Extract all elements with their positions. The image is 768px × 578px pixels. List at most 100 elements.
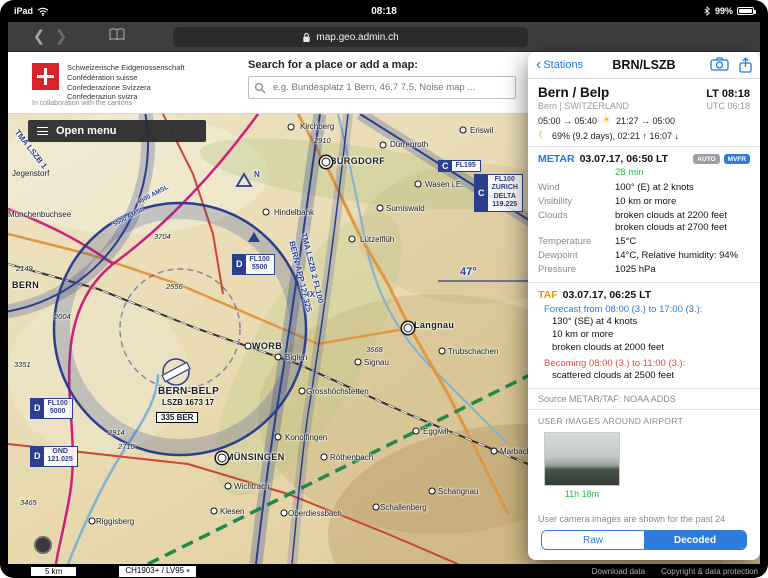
taf-label: TAF — [538, 289, 558, 302]
stations-back-button[interactable]: ‹ Stations — [536, 57, 583, 73]
taf-groups: Forecast from 08:00 (3.) to 17:00 (3.): 1… — [538, 304, 750, 382]
decoded-tab[interactable]: Decoded — [644, 531, 746, 549]
town-dot — [412, 427, 420, 435]
map-label: 5500 AMSL — [112, 205, 146, 229]
town-dot — [459, 126, 467, 134]
ipad-frame: iPad 08:18 99% ❮ ❯ map.geo.admin.ch Schw… — [0, 0, 768, 578]
town-dot — [348, 235, 356, 243]
map-label: 2149 — [16, 264, 33, 273]
metar-row: Pressure 1025 hPa — [538, 263, 656, 275]
chevron-down-icon: ▾ — [186, 567, 190, 575]
map-scale: 5 km — [30, 565, 78, 577]
user-image-age: 11h 18m — [564, 488, 600, 499]
metar-row: Visibility 10 km or more — [538, 195, 677, 207]
town-dot — [262, 208, 270, 216]
projection-select[interactable]: CH1903+ / LV95 ▾ — [119, 565, 196, 577]
map-label: 2710 — [118, 442, 135, 451]
moon-info: 69% (9.2 days), 02:21 ↑ 16:07 ↓ — [551, 130, 680, 141]
map-label: Sumiswald — [386, 204, 425, 213]
map-label: Trubschachen — [448, 347, 499, 356]
map-label: Signau — [364, 358, 389, 367]
airspace-label-box: C FL100 ZURICH DELTA 119.225 — [474, 174, 523, 212]
compass-button[interactable] — [34, 536, 52, 554]
org-line: Schweizerische Eidgenossenschaft — [67, 63, 185, 72]
address-bar[interactable]: map.geo.admin.ch — [173, 27, 528, 47]
chevron-left-icon: ‹ — [536, 56, 542, 73]
map-label: WORB — [252, 341, 283, 351]
url-text: map.geo.admin.ch — [316, 31, 399, 43]
raw-decoded-toggle: Raw Decoded — [541, 530, 747, 550]
map-label: Langnau — [414, 320, 455, 330]
raw-tab[interactable]: Raw — [542, 531, 644, 549]
sun-icon: ☀ — [602, 115, 612, 126]
user-images-note: User camera images are shown for the pas… — [538, 514, 726, 524]
map-label: BURGDORF — [330, 156, 386, 166]
browser-toolbar: ❮ ❯ map.geo.admin.ch — [8, 22, 760, 52]
taf-section: TAF 03.07.17, 06:25 LT Forecast from 08:… — [528, 283, 760, 387]
metar-timestamp: 03.07.17, 06:50 LT — [579, 153, 669, 165]
map-label: BERN-BELP — [158, 386, 220, 397]
town-dot — [321, 157, 331, 167]
confederation-names: Schweizerische Eidgenossenschaft Confédér… — [67, 63, 185, 102]
flight-rules-badge: MVFR — [723, 154, 750, 164]
town-dot — [320, 453, 328, 461]
download-data-link[interactable]: Download data — [592, 567, 645, 576]
town-dot — [244, 342, 252, 350]
map-label: Kiesen — [220, 507, 245, 516]
map-label: Wasen i.E. — [425, 180, 464, 189]
town-dot — [280, 509, 288, 517]
map-label: Grosshöchstetten — [306, 387, 369, 396]
taf-line: broken clouds at 2000 feet — [552, 342, 664, 354]
station-region: Bern | SWITZERLAND — [538, 101, 629, 111]
map-label: BERN — [12, 280, 40, 290]
map-label: 47° — [460, 266, 477, 278]
open-menu-label: Open menu — [56, 125, 117, 137]
panel-nav: ‹ Stations BRN/LSZB — [528, 52, 760, 79]
search-input[interactable] — [248, 76, 516, 99]
weather-panel: ‹ Stations BRN/LSZB Bern / Belp LT 08:18 … — [528, 52, 760, 560]
map-label: Biglen — [285, 353, 308, 362]
lock-icon — [303, 32, 311, 42]
map-label: 3465 — [20, 498, 37, 507]
org-line: Confederazione Svizzera — [67, 82, 151, 92]
map-label: Eriswil — [470, 126, 494, 135]
taf-line: 130° (SE) at 4 knots — [552, 316, 638, 328]
station-name: Bern / Belp — [538, 85, 610, 100]
map-label: 3668 — [366, 345, 383, 354]
sunrise-times: 05:00 → 05:40 — [538, 115, 598, 126]
metar-row: Wind 100° (E) at 2 knots — [538, 182, 694, 193]
bookmarks-icon[interactable] — [106, 22, 128, 52]
local-time: LT 08:18 — [706, 88, 750, 100]
open-menu-button[interactable]: Open menu — [28, 120, 206, 142]
map-label: LSZB 1673 17 — [162, 398, 215, 407]
back-button[interactable]: ❮ — [28, 22, 50, 52]
swiss-flag-logo — [32, 63, 59, 90]
user-image-thumbnail[interactable] — [544, 431, 620, 486]
metar-section: METAR 03.07.17, 06:50 LT AUTO MVFR 28 mi… — [528, 147, 760, 282]
town-dot — [490, 447, 498, 455]
map-label: 2910 — [314, 136, 331, 145]
map-label: Schangnau — [438, 487, 479, 496]
forward-button[interactable]: ❯ — [50, 22, 72, 52]
town-dot — [298, 387, 306, 395]
copyright-link[interactable]: Copyright & data protection — [661, 567, 758, 576]
org-line: Confédération suisse — [67, 72, 138, 82]
search-icon — [254, 81, 266, 99]
metar-row: Dewpoint 14°C, Relative humidity: 94% — [538, 249, 739, 261]
share-icon[interactable] — [739, 57, 752, 73]
camera-icon[interactable] — [710, 57, 729, 71]
map-label: MÜNSINGEN — [226, 452, 285, 462]
town-dot — [379, 141, 387, 149]
town-dot — [88, 517, 96, 525]
metar-age: 28 min — [615, 167, 644, 178]
map-label: 2556 — [166, 282, 183, 291]
town-dot — [274, 433, 282, 441]
map-label: 2914 — [108, 428, 125, 437]
town-dot — [354, 358, 362, 366]
map-label: Konolfingen — [285, 433, 328, 442]
status-time: 08:18 — [371, 5, 397, 17]
auto-badge: AUTO — [693, 154, 720, 164]
station-summary: Bern / Belp LT 08:18 Bern | SWITZERLAND … — [528, 79, 760, 146]
town-dot — [376, 204, 384, 212]
airspace-label-box: C FL195 — [438, 160, 481, 173]
